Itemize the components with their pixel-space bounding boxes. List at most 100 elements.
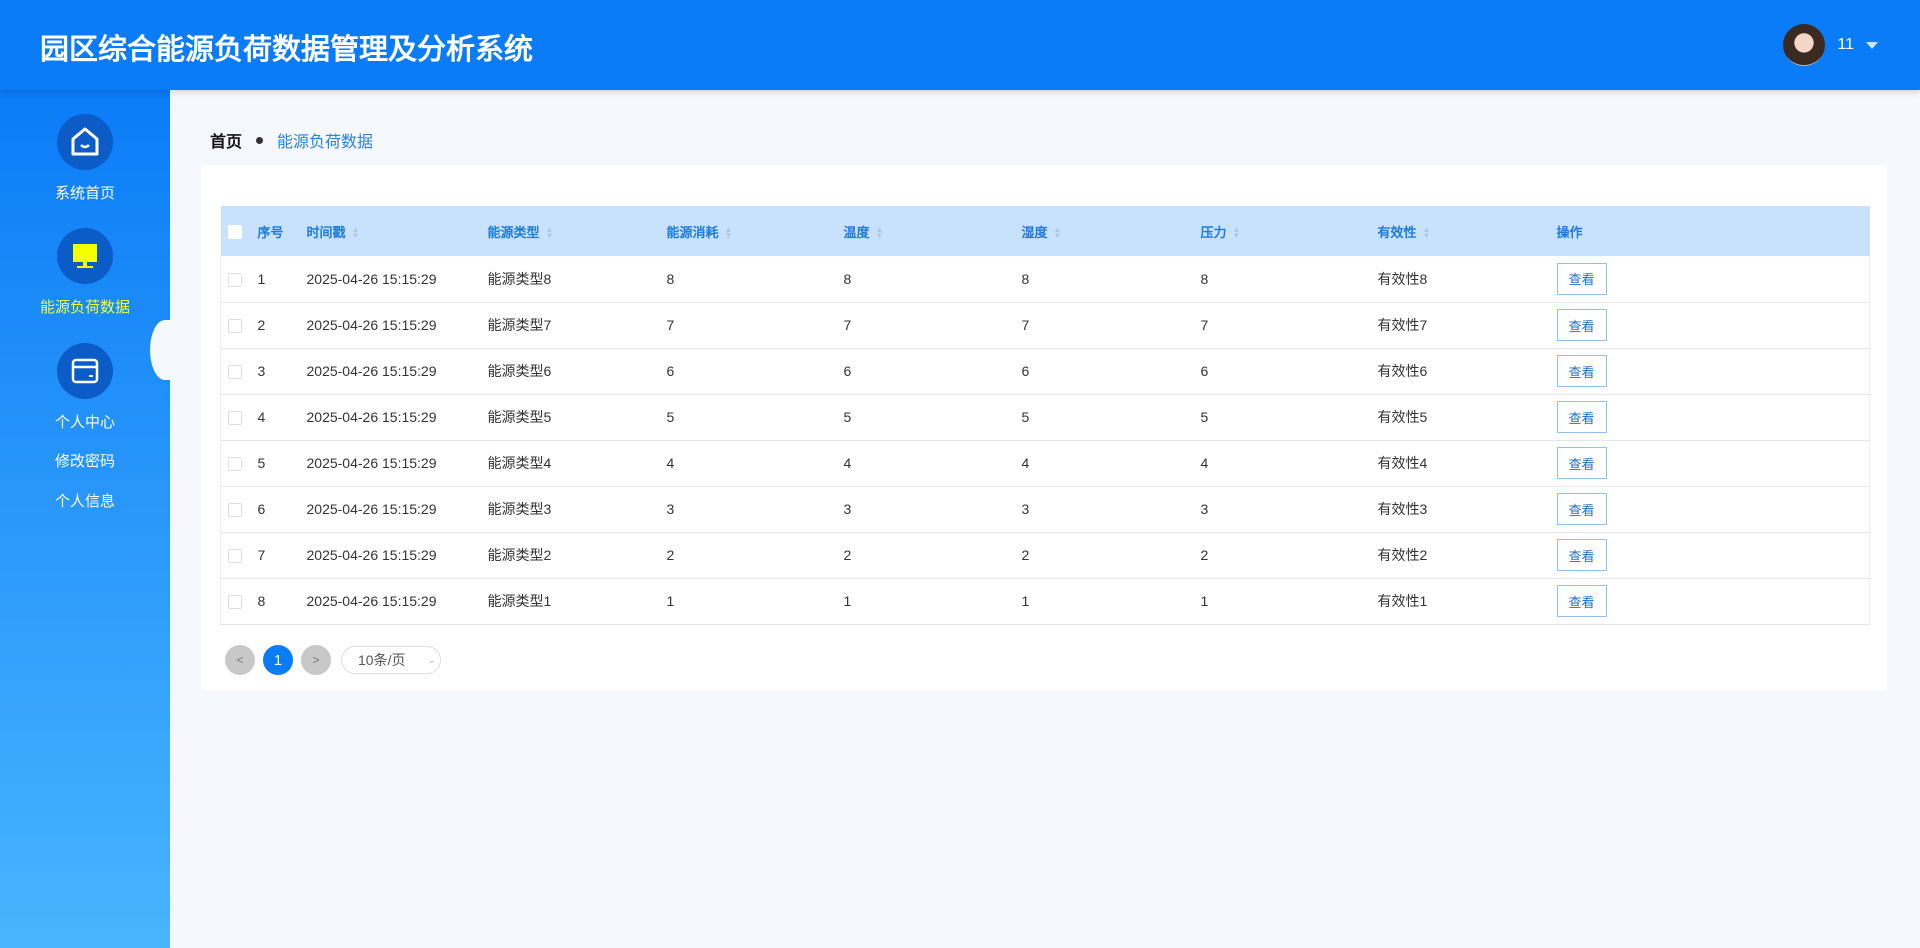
column-header-label: 操作	[1556, 224, 1583, 240]
table-cell: 4	[1021, 440, 1201, 487]
sidebar-item-energy-load-data[interactable]: 能源负荷数据	[0, 228, 170, 317]
table-cell: 2025-04-26 15:15:29	[306, 348, 488, 395]
table-cell: 1	[843, 578, 1022, 625]
view-button[interactable]: 查看	[1556, 447, 1607, 479]
column-header-label: 能源消耗	[666, 224, 719, 240]
table-cell: 3	[666, 486, 844, 533]
table-cell: 有效性4	[1377, 440, 1557, 487]
sort-icon[interactable]: ▲ ▼	[876, 226, 884, 240]
column-header[interactable]: 湿度 ▲ ▼	[1021, 206, 1201, 256]
table-cell: 2025-04-26 15:15:29	[306, 302, 488, 349]
table-cell: 7	[1021, 302, 1201, 349]
table-row: 3 2025-04-26 15:15:29 能源类型6 6 6 6 6 有效性6 查看	[220, 348, 1870, 395]
view-button[interactable]: 查看	[1556, 309, 1607, 341]
monitor-icon	[57, 228, 113, 284]
table-cell: 6	[257, 486, 307, 533]
sidebar-item-personal-center[interactable]: 个人中心	[0, 343, 170, 432]
table-cell: 8	[1021, 256, 1201, 303]
row-checkbox[interactable]	[228, 549, 242, 564]
sidebar-item-home[interactable]: 系统首页	[0, 114, 170, 203]
table-cell: 2025-04-26 15:15:29	[306, 486, 488, 533]
table-cell: 6	[1200, 348, 1378, 395]
view-button[interactable]: 查看	[1556, 401, 1607, 433]
content-card: 序号 时间戳 ▲ ▼ 能源类型 ▲ ▼ 能源消耗 ▲ ▼ 温度 ▲ ▼ 湿度 ▲ ▼ 压力 ▲ ▼ 有效性 ▲ ▼ 操作 1…	[201, 165, 1887, 690]
column-header[interactable]: 温度 ▲ ▼	[843, 206, 1022, 256]
table-cell: 有效性8	[1377, 256, 1557, 303]
prev-page-button[interactable]: <	[225, 645, 255, 675]
username: 11	[1837, 36, 1854, 53]
table-header-row: 序号 时间戳 ▲ ▼ 能源类型 ▲ ▼ 能源消耗 ▲ ▼ 温度 ▲ ▼ 湿度 ▲ ▼ 压力 ▲ ▼ 有效性 ▲ ▼ 操作	[220, 206, 1870, 256]
chevron-down-icon: ⌄	[427, 654, 436, 666]
table-cell: 7	[257, 532, 307, 579]
table-cell: 4	[1200, 440, 1378, 487]
pagination: < 1 > 10条/页 ⌄	[225, 645, 441, 675]
column-header[interactable]: 能源类型 ▲ ▼	[487, 206, 667, 256]
table-cell: 5	[843, 394, 1022, 441]
column-header[interactable]: 有效性 ▲ ▼	[1377, 206, 1557, 256]
sort-icon[interactable]: ▲ ▼	[1233, 226, 1241, 240]
breadcrumb-separator	[256, 136, 264, 144]
table-cell: 7	[666, 302, 844, 349]
table-cell: 3	[843, 486, 1022, 533]
table-cell: 有效性5	[1377, 394, 1557, 441]
row-checkbox[interactable]	[228, 365, 242, 380]
avatar	[1783, 24, 1826, 66]
select-all-checkbox[interactable]	[227, 224, 242, 239]
table-cell: 6	[666, 348, 844, 395]
table-cell: 2025-04-26 15:15:29	[306, 578, 488, 625]
sort-icon[interactable]: ▲ ▼	[546, 226, 554, 240]
table-cell: 8	[1200, 256, 1378, 303]
data-table: 序号 时间戳 ▲ ▼ 能源类型 ▲ ▼ 能源消耗 ▲ ▼ 温度 ▲ ▼ 湿度 ▲ ▼ 压力 ▲ ▼ 有效性 ▲ ▼ 操作 1…	[220, 206, 1870, 625]
view-button[interactable]: 查看	[1556, 585, 1607, 617]
sidebar-subitem-personal-info[interactable]: 个人信息	[0, 490, 170, 511]
table-cell: 5	[257, 440, 307, 487]
view-button[interactable]: 查看	[1556, 539, 1607, 571]
column-header[interactable]: 能源消耗 ▲ ▼	[666, 206, 844, 256]
table-row: 2 2025-04-26 15:15:29 能源类型7 7 7 7 7 有效性7 查看	[220, 302, 1870, 349]
sidebar-subitem-change-password[interactable]: 修改密码	[0, 450, 170, 471]
sidebar-item-label: 个人中心	[54, 414, 115, 431]
table-cell: 有效性6	[1377, 348, 1557, 395]
breadcrumb-home[interactable]: 首页	[210, 128, 242, 152]
sort-icon[interactable]: ▲ ▼	[1054, 226, 1062, 240]
row-checkbox[interactable]	[228, 411, 242, 426]
table-cell: 5	[1021, 394, 1201, 441]
view-button[interactable]: 查看	[1556, 493, 1607, 525]
column-header-label: 压力	[1200, 224, 1227, 240]
sort-icon[interactable]: ▲ ▼	[725, 226, 733, 240]
table-row: 1 2025-04-26 15:15:29 能源类型8 8 8 8 8 有效性8 查看	[220, 256, 1870, 303]
column-header-label: 能源类型	[487, 224, 540, 240]
row-checkbox[interactable]	[228, 503, 242, 518]
table-cell: 能源类型4	[487, 440, 667, 487]
sort-icon[interactable]: ▲ ▼	[1423, 226, 1431, 240]
view-button[interactable]: 查看	[1556, 355, 1607, 387]
table-cell: 1	[1200, 578, 1378, 625]
column-header-label: 温度	[843, 224, 870, 240]
row-checkbox[interactable]	[228, 595, 242, 610]
sort-icon[interactable]: ▲ ▼	[352, 226, 360, 240]
page-size-value: 10条/页	[358, 652, 406, 668]
breadcrumb-current: 能源负荷数据	[277, 134, 374, 151]
page-size-select[interactable]: 10条/页 ⌄	[341, 646, 441, 674]
table-cell: 1	[666, 578, 844, 625]
next-page-button[interactable]: >	[301, 645, 331, 675]
row-checkbox[interactable]	[228, 457, 242, 472]
table-cell: 3	[1021, 486, 1201, 533]
table-cell: 4	[257, 394, 307, 441]
column-header[interactable]: 压力 ▲ ▼	[1200, 206, 1378, 256]
table-cell: 5	[1200, 394, 1378, 441]
column-header-label: 湿度	[1021, 224, 1048, 240]
table-cell: 有效性1	[1377, 578, 1557, 625]
table-cell: 7	[843, 302, 1022, 349]
row-checkbox[interactable]	[228, 272, 242, 287]
row-checkbox[interactable]	[228, 319, 242, 334]
column-header[interactable]: 时间戳 ▲ ▼	[306, 206, 488, 256]
table-cell: 7	[1200, 302, 1378, 349]
page-button-1[interactable]: 1	[263, 645, 293, 675]
column-header: 操作	[1556, 206, 1870, 256]
table-cell: 2	[843, 532, 1022, 579]
user-menu[interactable]: 11	[1783, 24, 1878, 66]
view-button[interactable]: 查看	[1556, 262, 1607, 295]
app-title: 园区综合能源负荷数据管理及分析系统	[40, 34, 534, 66]
table-cell: 2	[1200, 532, 1378, 579]
